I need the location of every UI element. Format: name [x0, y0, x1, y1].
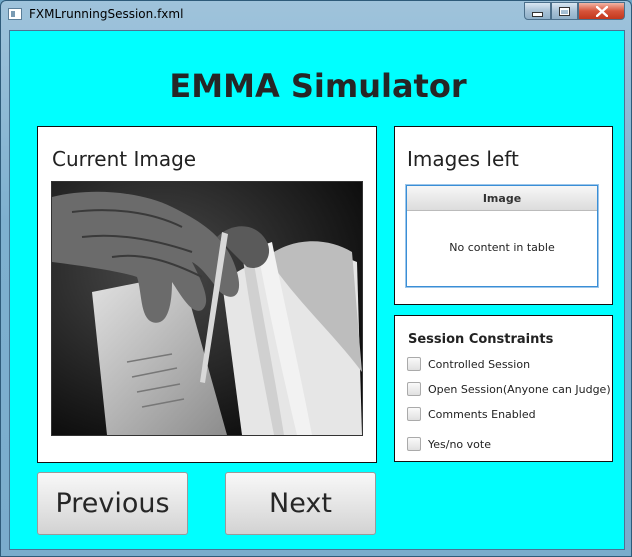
next-button[interactable]: Next	[225, 472, 376, 535]
close-button[interactable]	[578, 2, 625, 20]
session-constraints-title: Session Constraints	[408, 332, 554, 347]
table-placeholder: No content in table	[449, 241, 555, 254]
checkbox-controlled-session[interactable]: Controlled Session	[407, 357, 530, 371]
checkbox-yes-no-vote[interactable]: Yes/no vote	[407, 437, 491, 451]
checkbox-box[interactable]	[407, 357, 421, 371]
checkbox-label: Controlled Session	[428, 357, 531, 371]
title-bar[interactable]: FXMLrunningSession.fxml	[1, 1, 631, 29]
checkbox-box[interactable]	[407, 437, 421, 451]
app-title: EMMA Simulator	[169, 67, 467, 105]
window-app-icon	[8, 8, 22, 20]
maximize-icon	[559, 6, 570, 16]
window-title: FXMLrunningSession.fxml	[29, 7, 184, 21]
checkbox-label: Comments Enabled	[428, 407, 536, 421]
checkbox-open-session[interactable]: Open Session(Anyone can Judge)	[407, 382, 611, 396]
close-icon	[595, 5, 608, 17]
current-image-label: Current Image	[52, 147, 197, 171]
current-image-panel: Current Image	[37, 126, 377, 463]
maximize-button[interactable]	[551, 2, 578, 20]
session-constraints-panel: Session Constraints Controlled Session O…	[394, 315, 613, 462]
current-image-view	[51, 181, 363, 436]
photo-icon	[52, 182, 362, 435]
minimize-button[interactable]	[524, 2, 551, 20]
client-area: EMMA Simulator Current Image Images left…	[9, 30, 625, 550]
images-left-label: Images left	[407, 147, 519, 171]
column-header-image[interactable]: Image	[407, 186, 597, 211]
images-table[interactable]: Image No content in table	[406, 185, 598, 287]
app-window: FXMLrunningSession.fxml EMMA Simulator C…	[0, 0, 632, 557]
minimize-icon	[532, 11, 543, 17]
images-left-panel: Images left Image No content in table	[394, 126, 613, 305]
checkbox-comments-enabled[interactable]: Comments Enabled	[407, 407, 536, 421]
checkbox-label: Open Session(Anyone can Judge)	[428, 382, 611, 396]
checkbox-box[interactable]	[407, 382, 421, 396]
checkbox-label: Yes/no vote	[428, 437, 491, 451]
previous-button[interactable]: Previous	[37, 472, 188, 535]
checkbox-box[interactable]	[407, 407, 421, 421]
